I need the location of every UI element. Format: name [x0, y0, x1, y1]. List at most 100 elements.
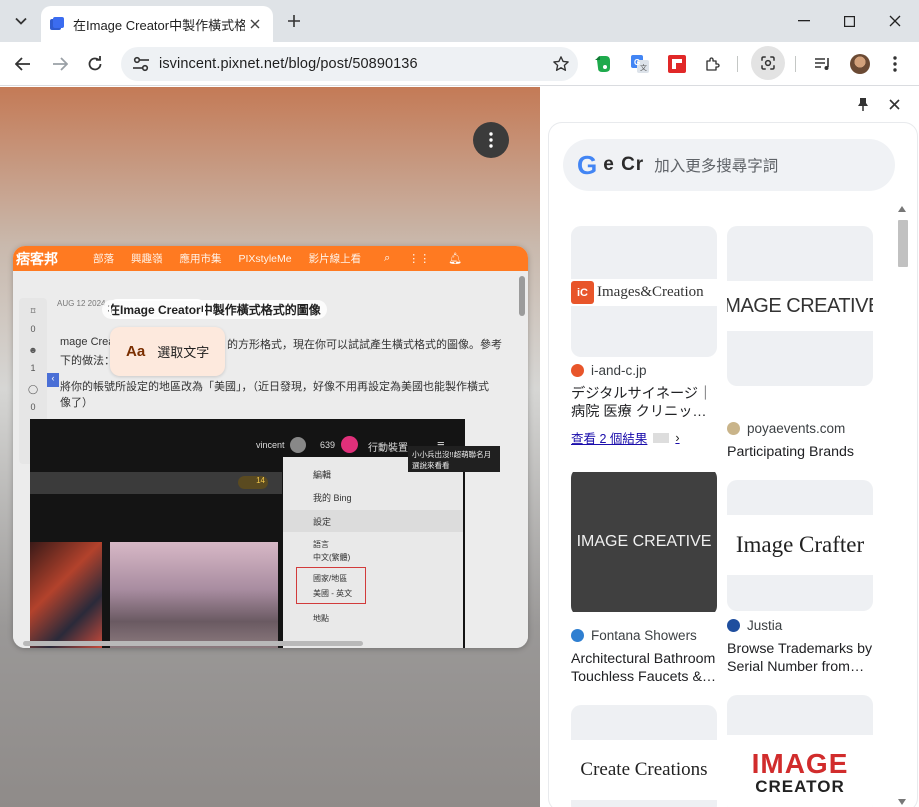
result-thumbnail[interactable]: Image Crafter: [727, 480, 873, 611]
logo-badge: iC: [571, 281, 594, 304]
result-thumbnail[interactable]: iC Images&Creation: [571, 226, 717, 357]
query-thumbnail[interactable]: e Cr: [603, 154, 644, 176]
puzzle-icon: [706, 57, 720, 71]
result-thumbnail[interactable]: Create Creations: [571, 705, 717, 807]
search-icon: ⌕: [384, 252, 391, 264]
post-date: AUG 12 2024: [57, 299, 106, 308]
active-tab[interactable]: 在Image Creator中製作橫式格: [41, 6, 273, 42]
media-queue-icon: [815, 58, 829, 70]
tab-search-button[interactable]: [8, 8, 34, 34]
close-icon: [250, 19, 260, 29]
body-line: 的方形格式，現在你可以試試產生橫式格式的圖像。參考: [227, 339, 502, 351]
result-thumbnail[interactable]: IMAGE CREATIVE: [727, 226, 873, 386]
toolbar: isvincent.pixnet.net/blog/post/50890136 …: [0, 42, 919, 86]
kebab-menu-icon: [489, 132, 493, 148]
more-label: 查看 2 個結果: [571, 432, 648, 446]
url-text[interactable]: isvincent.pixnet.net/blog/post/50890136: [157, 56, 544, 72]
close-icon: [889, 15, 901, 27]
result-source[interactable]: poyaevents.com: [727, 421, 845, 436]
site-info-button[interactable]: [125, 47, 157, 81]
minimize-button[interactable]: [789, 6, 819, 36]
menu-item: 中文(繁體): [313, 552, 351, 562]
arrow-right-icon: [53, 57, 68, 71]
flipboard-extension[interactable]: [666, 53, 688, 75]
scroll-thumb[interactable]: [898, 220, 908, 267]
thumb-text-2: CREATOR: [755, 776, 845, 796]
svg-text:文: 文: [640, 63, 647, 72]
tune-icon: [133, 56, 149, 72]
body-line: 像了）: [60, 397, 93, 409]
extensions-button[interactable]: [702, 53, 724, 75]
scroll-down-icon[interactable]: [898, 799, 906, 805]
body-line: 將你的帳號所設定的地區改為「美國」，（近日發現，好像不用再設定為美國也能製作橫式: [60, 381, 489, 393]
more-results-link[interactable]: 查看 2 個結果 ›: [571, 428, 680, 447]
result-source[interactable]: Justia: [727, 618, 782, 633]
chevron-left-icon: ‹: [47, 373, 59, 387]
source-name: Fontana Showers: [591, 628, 697, 643]
result-title[interactable]: Browse Trademarks by Serial Number from…: [727, 640, 873, 676]
thumb-text: Create Creations: [580, 759, 708, 780]
result-thumbnail[interactable]: IMAGE CREATOR: [727, 695, 873, 807]
overlay-menu-button[interactable]: [473, 122, 509, 158]
lens-overlay[interactable]: 痞客邦 部落 興趣嶺 應用市集 PIXstyleMe 影片線上看 ⌕ ⋮⋮ 🔔︎…: [0, 87, 540, 807]
cherry-blossom-image: [110, 542, 278, 648]
tab-title: 在Image Creator中製作橫式格: [73, 17, 245, 33]
evernote-extension[interactable]: [592, 53, 614, 75]
tab-strip: 在Image Creator中製作橫式格: [0, 0, 919, 42]
new-tab-button[interactable]: [282, 9, 306, 33]
butterfly-image: [30, 542, 102, 648]
translate-extension[interactable]: G文: [629, 53, 651, 75]
back-button[interactable]: [8, 49, 38, 79]
source-name: i-and-c.jp: [591, 363, 647, 378]
site-favicon: [571, 364, 584, 377]
panel-scrollbar[interactable]: [895, 203, 909, 807]
tab-close-button[interactable]: [245, 14, 265, 34]
google-lens-button[interactable]: [751, 46, 785, 80]
chevron-right-icon: ›: [675, 430, 680, 445]
avatar[interactable]: [850, 54, 870, 74]
plus-icon: [288, 15, 300, 27]
result-thumbnail[interactable]: IMAGE CREATIVE: [571, 468, 717, 616]
maximize-icon: [843, 15, 855, 27]
nav-item: 影片線上看: [308, 253, 362, 265]
selected-screenshot-region[interactable]: 痞客邦 部落 興趣嶺 應用市集 PIXstyleMe 影片線上看 ⌕ ⋮⋮ 🔔︎…: [13, 246, 528, 648]
maximize-button[interactable]: [834, 6, 864, 36]
pin-panel-button[interactable]: [854, 95, 872, 113]
media-queue-button[interactable]: [812, 53, 834, 75]
result-title[interactable]: Participating Brands: [727, 443, 873, 461]
bookmark-button[interactable]: [544, 47, 578, 81]
face-icon: ☻: [28, 345, 38, 355]
address-bar[interactable]: isvincent.pixnet.net/blog/post/50890136: [121, 47, 578, 81]
result-title[interactable]: デジタルサイネージ｜病院 医療 クリニッ…: [571, 385, 717, 421]
mini-thumb: [653, 432, 670, 443]
reload-button[interactable]: [80, 49, 110, 79]
bookmark-icon: ⌑: [30, 306, 36, 316]
chrome-menu-button[interactable]: [880, 49, 910, 79]
search-input[interactable]: G e Cr 加入更多搜尋字詞: [563, 139, 895, 191]
google-translate-icon: G文: [631, 55, 649, 73]
google-g-icon: G: [577, 149, 598, 180]
pixnet-navbar: 痞客邦 部落 興趣嶺 應用市集 PIXstyleMe 影片線上看 ⌕ ⋮⋮ 🔔︎: [13, 246, 528, 271]
coin-badge: 14: [238, 476, 268, 489]
forward-button[interactable]: [45, 49, 75, 79]
select-text-button[interactable]: Aa 選取文字: [110, 327, 225, 376]
close-window-button[interactable]: [880, 6, 910, 36]
blue-doc-icon: [50, 17, 64, 30]
selection-handles[interactable]: [109, 299, 205, 319]
close-icon: [888, 98, 900, 110]
bell-icon: 🔔︎: [448, 253, 463, 265]
nav-item: PIXstyleMe: [238, 252, 292, 265]
close-panel-button[interactable]: [885, 95, 903, 113]
chevron-down-icon: [15, 17, 27, 25]
scroll-up-icon[interactable]: [898, 206, 906, 212]
promo-caption: 小小兵出沒!!超萌聯名月 選說來看看: [408, 446, 500, 472]
thumb-text: IMAGE: [751, 747, 849, 779]
count: 0: [30, 402, 36, 412]
result-source[interactable]: Fontana Showers: [571, 628, 697, 643]
text-select-icon: Aa: [126, 343, 146, 360]
body-line: 下的做法：: [60, 355, 115, 367]
scrollbar: [519, 276, 525, 316]
search-placeholder: 加入更多搜尋字詞: [654, 158, 779, 175]
result-source[interactable]: i-and-c.jp: [571, 363, 647, 378]
result-title[interactable]: Architectural Bathroom Touchless Faucets…: [571, 650, 717, 686]
